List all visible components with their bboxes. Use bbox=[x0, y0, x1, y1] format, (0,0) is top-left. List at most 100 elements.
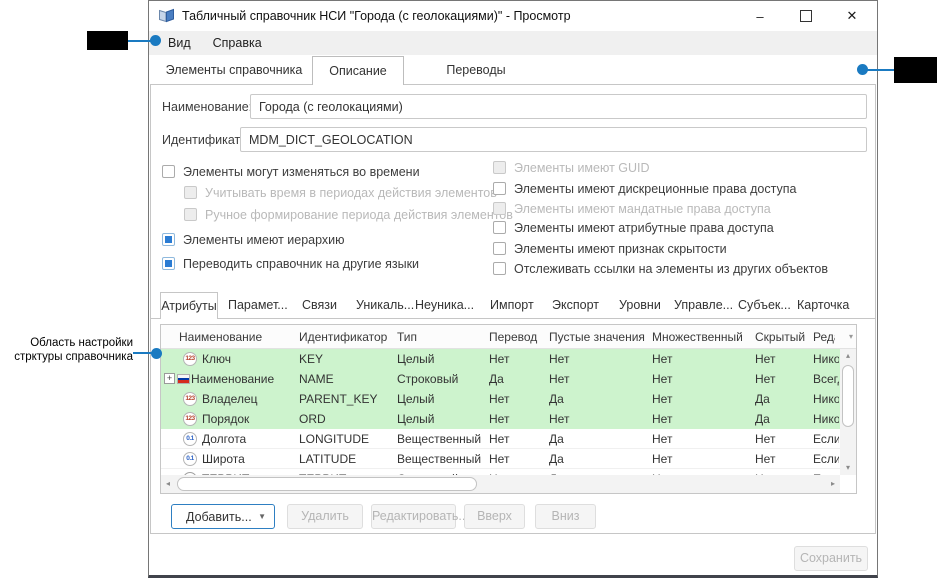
horizontal-scrollbar[interactable]: ◂ ▸ bbox=[161, 475, 840, 493]
integer-type-icon: 123 bbox=[183, 412, 197, 426]
tab-opisanie-active[interactable]: Описание bbox=[312, 56, 404, 85]
header-empty-values[interactable]: Пустые значения bbox=[549, 325, 645, 349]
cell-type: Вещественный bbox=[397, 449, 481, 469]
edit-button[interactable]: Редактировать... bbox=[371, 504, 456, 529]
table-row-key[interactable]: 123 Ключ KEY Целый Нет Нет Нет Нет Нико bbox=[161, 349, 840, 369]
menu-item-spravka[interactable]: Справка bbox=[213, 36, 262, 50]
table-row-longitude[interactable]: 0.1 Долгота LONGITUDE Вещественный Нет Д… bbox=[161, 429, 840, 449]
cell-hidden: Да bbox=[755, 389, 770, 409]
checkbox-hierarchy[interactable] bbox=[162, 233, 175, 246]
tab-elementy-spravochnika[interactable]: Элементы справочника bbox=[154, 56, 314, 84]
vertical-scrollbar[interactable]: ▴ ▾ bbox=[840, 349, 856, 475]
cell-identifier: NAME bbox=[299, 369, 334, 389]
expander-icon[interactable]: + bbox=[164, 373, 175, 384]
header-type[interactable]: Тип bbox=[397, 325, 417, 349]
minimize-icon: – bbox=[756, 9, 763, 24]
table-header-row: Наименование Идентификатор Тип Перевод П… bbox=[161, 325, 856, 349]
checkbox-manual-period[interactable] bbox=[184, 208, 197, 221]
cell-translate: Нет bbox=[489, 349, 509, 369]
scroll-right-icon[interactable]: ▸ bbox=[826, 475, 840, 493]
name-input[interactable] bbox=[250, 94, 867, 119]
column-options-icon[interactable]: ▾ bbox=[849, 325, 853, 349]
save-button[interactable]: Сохранить bbox=[794, 546, 868, 571]
checkbox-label: Элементы имеют мандатные права доступа bbox=[514, 202, 771, 216]
callout-dot-menu bbox=[150, 35, 161, 46]
cell-name: Долгота bbox=[202, 429, 246, 449]
subtab-import[interactable]: Импорт bbox=[490, 292, 534, 318]
checkbox-label: Элементы имеют атрибутные права доступа bbox=[514, 221, 774, 235]
tab-perevody[interactable]: Переводы bbox=[421, 56, 531, 84]
callout-dot-table bbox=[151, 348, 162, 359]
checkbox-translate[interactable] bbox=[162, 257, 175, 270]
subtab-levels[interactable]: Уровни bbox=[619, 292, 661, 318]
cell-name: Ключ bbox=[202, 349, 231, 369]
close-button[interactable]: ✕ bbox=[829, 1, 875, 31]
menu-item-vid[interactable]: Вид bbox=[168, 36, 191, 50]
checkbox-mandatory-rights[interactable] bbox=[493, 202, 506, 215]
checkbox-discretionary-rights[interactable] bbox=[493, 182, 506, 195]
checkbox-track-links[interactable] bbox=[493, 262, 506, 275]
checkbox-row-account-time: Учитывать время в периодах действия элем… bbox=[184, 185, 497, 200]
subtab-management[interactable]: Управле... bbox=[674, 292, 733, 318]
callout-note-line1: Область настройки bbox=[30, 337, 133, 349]
scroll-left-icon[interactable]: ◂ bbox=[161, 475, 175, 493]
header-hidden[interactable]: Скрытый bbox=[755, 325, 805, 349]
cell-translate: Нет bbox=[489, 409, 509, 429]
description-tab-panel: Наименование: Идентификатор: Элементы мо… bbox=[150, 84, 876, 534]
cell-translate: Нет bbox=[489, 389, 509, 409]
header-translate[interactable]: Перевод bbox=[489, 325, 537, 349]
header-multiple[interactable]: Множественный bbox=[652, 325, 743, 349]
close-icon: ✕ bbox=[847, 8, 858, 24]
checkbox-row-hidden-flag: Элементы имеют признак скрытости bbox=[493, 241, 727, 256]
cell-empty: Нет bbox=[549, 369, 569, 389]
table-row-latitude[interactable]: 0.1 Широта LATITUDE Вещественный Нет Да … bbox=[161, 449, 840, 469]
cell-hidden: Нет bbox=[755, 369, 775, 389]
minimize-button[interactable]: – bbox=[737, 1, 783, 31]
horizontal-scrollbar-thumb[interactable] bbox=[177, 477, 477, 491]
add-button-label: Добавить... bbox=[186, 510, 252, 524]
cell-empty: Да bbox=[549, 429, 564, 449]
move-down-button[interactable]: Вниз bbox=[535, 504, 596, 529]
scroll-up-icon[interactable]: ▴ bbox=[840, 349, 856, 363]
callout-line bbox=[866, 69, 894, 71]
subtab-unique[interactable]: Уникаль... bbox=[356, 292, 414, 318]
subtab-links[interactable]: Связи bbox=[302, 292, 337, 318]
move-up-button[interactable]: Вверх bbox=[464, 504, 525, 529]
checkbox-hidden-flag[interactable] bbox=[493, 242, 506, 255]
table-row-owner[interactable]: 123 Владелец PARENT_KEY Целый Нет Да Нет… bbox=[161, 389, 840, 409]
vertical-scrollbar-thumb[interactable] bbox=[842, 365, 854, 427]
cell-name: Порядок bbox=[202, 409, 249, 429]
identifier-input[interactable] bbox=[240, 127, 867, 152]
app-window: Табличный справочник НСИ "Города (с геол… bbox=[148, 0, 878, 578]
subtab-attributes-active[interactable]: Атрибуты bbox=[160, 292, 218, 319]
checkbox-account-time[interactable] bbox=[184, 186, 197, 199]
subtab-card[interactable]: Карточка bbox=[797, 292, 849, 318]
cell-multiple: Нет bbox=[652, 349, 672, 369]
checkbox-attribute-rights[interactable] bbox=[493, 221, 506, 234]
window-title: Табличный справочник НСИ "Города (с геол… bbox=[182, 1, 571, 31]
cell-identifier: LONGITUDE bbox=[299, 429, 369, 449]
checkbox-label: Учитывать время в периодах действия элем… bbox=[205, 186, 497, 200]
cell-translate: Нет bbox=[489, 449, 509, 469]
chevron-down-icon: ▼ bbox=[258, 512, 266, 521]
table-row-order[interactable]: 123 Порядок ORD Целый Нет Нет Нет Да Ник… bbox=[161, 409, 840, 429]
checkbox-time-varying[interactable] bbox=[162, 165, 175, 178]
header-identifier[interactable]: Идентификатор bbox=[299, 325, 387, 349]
cell-empty: Нет bbox=[549, 349, 569, 369]
table-row-name[interactable]: + Наименование NAME Строковый Да Нет Нет… bbox=[161, 369, 840, 389]
subtab-export[interactable]: Экспорт bbox=[552, 292, 599, 318]
header-name[interactable]: Наименование bbox=[179, 325, 262, 349]
subtab-subjects[interactable]: Субъек... bbox=[738, 292, 791, 318]
checkbox-row-discretionary-rights: Элементы имеют дискреционные права досту… bbox=[493, 181, 796, 196]
add-button[interactable]: Добавить... ▼ bbox=[171, 504, 275, 529]
checkbox-label: Элементы имеют дискреционные права досту… bbox=[514, 182, 796, 196]
cell-name: Широта bbox=[202, 449, 245, 469]
scroll-down-icon[interactable]: ▾ bbox=[840, 461, 856, 475]
delete-button[interactable]: Удалить bbox=[287, 504, 363, 529]
cell-empty: Да bbox=[549, 449, 564, 469]
header-edit[interactable]: Реда bbox=[813, 325, 835, 349]
subtab-non-unique[interactable]: Неуника... bbox=[415, 292, 474, 318]
maximize-button[interactable] bbox=[783, 1, 829, 31]
checkbox-guid[interactable] bbox=[493, 161, 506, 174]
subtab-parameters[interactable]: Парамет... bbox=[228, 292, 288, 318]
